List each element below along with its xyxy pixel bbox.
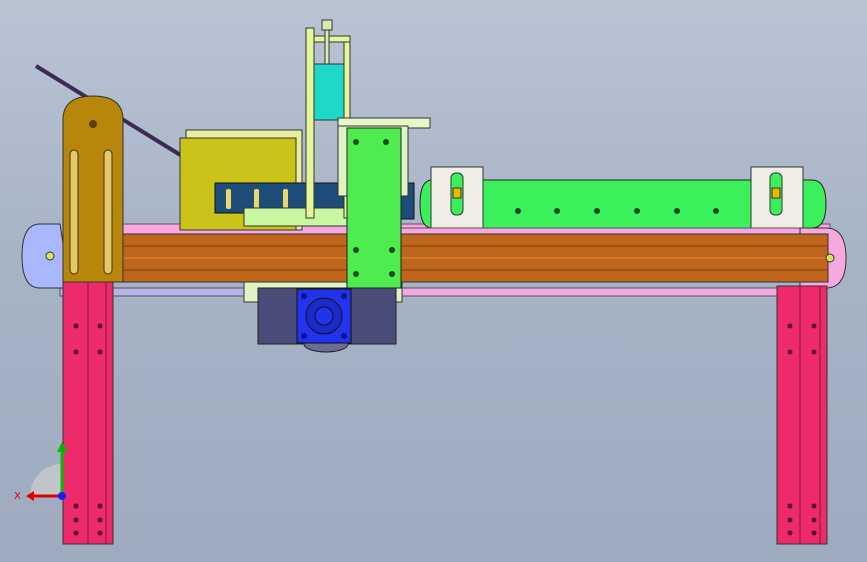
rail-hole xyxy=(713,208,719,214)
z-top-bar xyxy=(313,35,351,43)
plate-hole xyxy=(89,120,97,128)
syringe-barrel xyxy=(313,63,345,121)
motor-shaft xyxy=(314,306,334,326)
triad-plane xyxy=(30,464,62,496)
gantry-model[interactable]: X Y xyxy=(0,0,867,562)
bracket-slot xyxy=(283,189,288,209)
green-strip xyxy=(243,207,355,227)
rail-hole xyxy=(554,208,560,214)
x-axis-head xyxy=(26,491,34,501)
x-axis-label: X xyxy=(14,491,21,502)
carriage-hole xyxy=(389,271,395,277)
z-axis-dot xyxy=(58,492,66,500)
motor-bolt xyxy=(301,293,307,299)
rail-hole xyxy=(515,208,521,214)
beam-bolt xyxy=(825,253,835,263)
lower-rail-right xyxy=(399,287,781,297)
motor-bolt xyxy=(341,293,347,299)
plunger-tip xyxy=(321,19,333,31)
rail-hole xyxy=(634,208,640,214)
plunger-rod xyxy=(324,29,330,67)
motor-bolt xyxy=(341,333,347,339)
carriage-hole xyxy=(353,139,359,145)
motor-bolt xyxy=(301,333,307,339)
plate-slot xyxy=(69,149,79,275)
plate-slot xyxy=(103,149,113,275)
limit-sensor xyxy=(771,187,781,199)
carriage-hole xyxy=(353,247,359,253)
y-axis-label: Y xyxy=(59,444,67,455)
limit-sensor xyxy=(452,187,462,199)
carriage-plate xyxy=(346,127,402,289)
carriage-hole xyxy=(353,271,359,277)
rail-hole xyxy=(594,208,600,214)
carriage-hole xyxy=(383,139,389,145)
carriage-hole xyxy=(389,247,395,253)
cad-viewport[interactable]: X Y xyxy=(0,0,867,562)
orientation-triad[interactable]: X Y xyxy=(14,442,67,502)
rail-hole xyxy=(674,208,680,214)
bracket-slot xyxy=(254,189,259,209)
bracket-slot xyxy=(226,189,231,209)
z-post-left xyxy=(305,27,315,219)
beam-bolt xyxy=(45,251,55,261)
